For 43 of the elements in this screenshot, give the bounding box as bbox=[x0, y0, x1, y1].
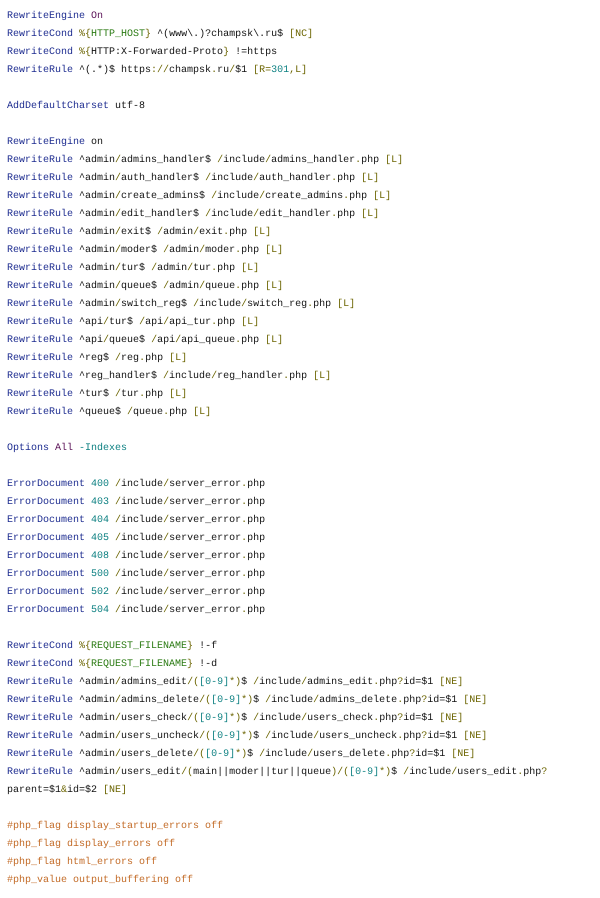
code-comment: #php_flag display_startup_errors off bbox=[7, 820, 224, 834]
code-line: RewriteRule ^admin/exit$ /admin/exit.php [L] bbox=[7, 226, 272, 240]
code-line: RewriteRule ^api/queue$ /api/api_queue.php [L] bbox=[7, 334, 284, 348]
code-line: ErrorDocument 502 /include/server_error.php bbox=[7, 586, 266, 600]
code-line: ErrorDocument 403 /include/server_error.php bbox=[7, 496, 266, 510]
code-line: RewriteRule ^admin/users_delete/([0-9]*)$ /include/users_delete.php?id=$1 [NE] bbox=[7, 748, 476, 762]
code-line: RewriteRule ^reg_handler$ /include/reg_handler.php [L] bbox=[7, 370, 332, 384]
code-line: RewriteRule ^admin/users_edit/(main||moder||tur||queue)/([0-9]*)$ /include/users_edit.php? bbox=[7, 766, 548, 780]
code-line: RewriteRule ^admin/create_admins$ /include/create_admins.php [L] bbox=[7, 190, 392, 204]
code-line: RewriteEngine on bbox=[7, 136, 104, 150]
code-line: RewriteRule ^admin/auth_handler$ /include/auth_handler.php [L] bbox=[7, 172, 380, 186]
code-line: RewriteRule ^admin/tur$ /admin/tur.php [L] bbox=[7, 262, 260, 276]
code-line: RewriteRule ^tur$ /tur.php [L] bbox=[7, 388, 188, 402]
code-line: RewriteRule ^admin/admins_handler$ /include/admins_handler.php [L] bbox=[7, 154, 404, 168]
code-line: RewriteEngine On bbox=[7, 10, 104, 24]
code-comment: #php_flag html_errors off bbox=[7, 856, 158, 870]
code-line: AddDefaultCharset utf-8 bbox=[7, 100, 146, 114]
code-line: RewriteRule ^admin/admins_delete/([0-9]*)$ /include/admins_delete.php?id=$1 [NE] bbox=[7, 694, 488, 708]
code-line: parent=$1&id=$2 [NE] bbox=[7, 784, 128, 798]
code-line: RewriteRule ^admin/queue$ /admin/queue.php [L] bbox=[7, 280, 284, 294]
code-line: RewriteRule ^reg$ /reg.php [L] bbox=[7, 352, 188, 366]
code-line: RewriteRule ^api/tur$ /api/api_tur.php [L] bbox=[7, 316, 260, 330]
code-line: RewriteCond %{HTTP:X-Forwarded-Proto} !=https bbox=[7, 46, 278, 60]
code-comment: #php_value output_buffering off bbox=[7, 874, 194, 888]
code-line: ErrorDocument 504 /include/server_error.php bbox=[7, 604, 266, 618]
code-line: RewriteRule ^admin/users_check/([0-9]*)$ /include/users_check.php?id=$1 [NE] bbox=[7, 712, 464, 726]
code-line: ErrorDocument 408 /include/server_error.php bbox=[7, 550, 266, 564]
code-line: RewriteRule ^admin/edit_handler$ /include/edit_handler.php [L] bbox=[7, 208, 380, 222]
code-line: RewriteRule ^admin/admins_edit/([0-9]*)$ /include/admins_edit.php?id=$1 [NE] bbox=[7, 676, 464, 690]
code-comment: #php_flag display_errors off bbox=[7, 838, 176, 852]
code-line: RewriteCond %{REQUEST_FILENAME} !-f bbox=[7, 640, 218, 654]
code-line: ErrorDocument 400 /include/server_error.php bbox=[7, 478, 266, 492]
code-line: ErrorDocument 500 /include/server_error.php bbox=[7, 568, 266, 582]
code-line: RewriteCond %{REQUEST_FILENAME} !-d bbox=[7, 658, 218, 672]
code-line: RewriteRule ^queue$ /queue.php [L] bbox=[7, 406, 212, 420]
code-line: RewriteRule ^admin/users_uncheck/([0-9]*)$ /include/users_uncheck.php?id=$1 [NE] bbox=[7, 730, 488, 744]
code-line: RewriteCond %{HTTP_HOST} ^(www\.)?champsk\.ru$ [NC] bbox=[7, 28, 314, 42]
code-line: RewriteRule ^admin/switch_reg$ /include/switch_reg.php [L] bbox=[7, 298, 356, 312]
code-line: Options All -Indexes bbox=[7, 442, 128, 456]
code-line: ErrorDocument 405 /include/server_error.php bbox=[7, 532, 266, 546]
code-line: RewriteRule ^admin/moder$ /admin/moder.php [L] bbox=[7, 244, 284, 258]
code-line: ErrorDocument 404 /include/server_error.php bbox=[7, 514, 266, 528]
code-line: RewriteRule ^(.*)$ https://champsk.ru/$1 [R=301,L] bbox=[7, 64, 308, 78]
